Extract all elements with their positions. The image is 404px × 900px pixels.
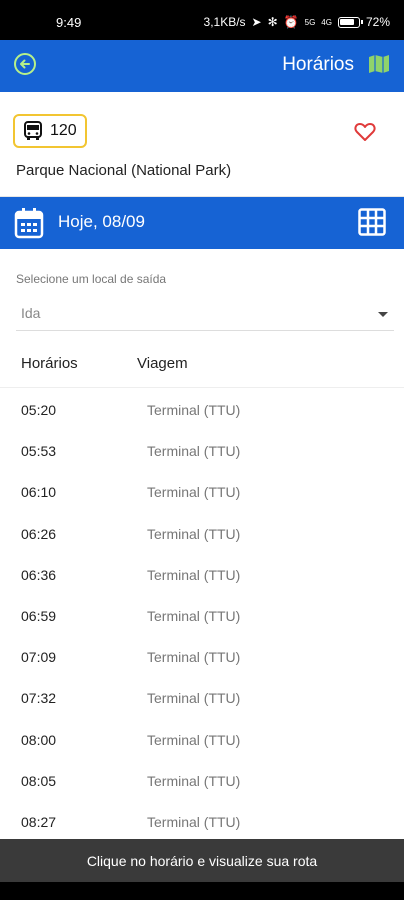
status-icons: 3,1KB/s ➤ ✻ ⏰ 5G 4G 72%: [204, 15, 390, 29]
departure-selector: Selecione um local de saída Ida: [0, 249, 404, 340]
trip-destination: Terminal (TTU): [147, 402, 241, 418]
signal-4g: 4G: [321, 17, 332, 27]
trip-destination: Terminal (TTU): [147, 649, 241, 666]
location-icon: ➤: [251, 15, 262, 29]
alarm-icon: ⏰: [283, 15, 299, 29]
route-hint-bar: Clique no horário e visualize sua rota: [0, 839, 404, 882]
column-header-times: Horários: [21, 355, 78, 372]
date-bar[interactable]: Hoje, 08/09: [0, 197, 404, 249]
battery-icon: [337, 16, 363, 28]
departure-time: 08:00: [21, 731, 57, 748]
map-icon[interactable]: [368, 54, 390, 74]
departure-time: 05:53: [21, 443, 57, 460]
schedule-row[interactable]: 06:36 Terminal (TTU): [0, 553, 404, 594]
trip-destination: Terminal (TTU): [147, 772, 241, 789]
departure-time: 07:32: [21, 690, 57, 707]
departure-time: 08:05: [21, 772, 57, 789]
column-header-trip: Viagem: [137, 355, 188, 372]
departure-dropdown[interactable]: Ida: [16, 301, 394, 331]
trip-destination: Terminal (TTU): [147, 566, 241, 583]
schedule-row[interactable]: 07:09 Terminal (TTU): [0, 635, 404, 676]
schedule-row[interactable]: 06:10 Terminal (TTU): [0, 470, 404, 511]
status-bar: 9:49 3,1KB/s ➤ ✻ ⏰ 5G 4G 72%: [0, 0, 404, 40]
departure-time: 06:26: [21, 525, 57, 542]
schedule-row[interactable]: 06:59 Terminal (TTU): [0, 594, 404, 635]
departure-time: 06:10: [21, 484, 57, 501]
battery-percent: 72%: [365, 15, 390, 29]
route-number: 120: [50, 122, 77, 139]
route-name: Parque Nacional (National Park): [16, 162, 232, 179]
trip-destination: Terminal (TTU): [147, 443, 241, 460]
app-bar: Horários: [0, 40, 404, 92]
departure-time: 05:20: [21, 402, 57, 418]
trip-destination: Terminal (TTU): [147, 813, 241, 830]
schedule-row[interactable]: 08:00 Terminal (TTU): [0, 718, 404, 759]
signal-5g: 5G: [304, 17, 316, 27]
schedule-row[interactable]: 08:27 Terminal (TTU): [0, 800, 404, 839]
bus-icon: [24, 121, 42, 140]
departure-selected: Ida: [21, 305, 41, 321]
schedule-row[interactable]: 07:32 Terminal (TTU): [0, 676, 404, 717]
schedule-row[interactable]: 05:20 Terminal (TTU): [0, 388, 404, 429]
trip-destination: Terminal (TTU): [147, 731, 241, 748]
route-card: 120 Parque Nacional (National Park): [0, 92, 404, 197]
network-speed: 3,1KB/s: [203, 15, 246, 29]
favorite-heart-icon[interactable]: [354, 122, 376, 142]
trip-destination: Terminal (TTU): [147, 484, 241, 501]
schedule-row[interactable]: 08:05 Terminal (TTU): [0, 759, 404, 800]
back-arrow-icon: [20, 59, 30, 69]
route-badge: 120: [13, 114, 87, 148]
trip-destination: Terminal (TTU): [147, 525, 241, 542]
route-hint-text: Clique no horário e visualize sua rota: [86, 852, 318, 869]
settings-icon: ✻: [267, 15, 278, 29]
departure-hint: Selecione um local de saída: [16, 272, 167, 286]
schedule-row[interactable]: 05:53 Terminal (TTU): [0, 429, 404, 470]
page-title: Horários: [282, 54, 354, 75]
trip-destination: Terminal (TTU): [147, 607, 241, 624]
trip-destination: Terminal (TTU): [147, 690, 241, 707]
caret-down-icon: [378, 312, 388, 317]
schedule-list: 05:20 Terminal (TTU) 05:53 Terminal (TTU…: [0, 388, 404, 839]
departure-time: 08:27: [21, 813, 57, 830]
date-label: Hoje, 08/09: [58, 212, 145, 231]
system-nav-area: [0, 882, 404, 900]
calendar-icon: [14, 208, 44, 239]
schedule-row[interactable]: 06:26 Terminal (TTU): [0, 512, 404, 553]
schedule-header: Horários Viagem: [0, 340, 404, 388]
departure-time: 06:59: [21, 607, 57, 624]
grid-icon[interactable]: [358, 208, 386, 236]
status-time: 9:49: [56, 15, 82, 30]
departure-time: 06:36: [21, 566, 57, 583]
back-button[interactable]: [14, 53, 36, 75]
departure-time: 07:09: [21, 649, 57, 666]
